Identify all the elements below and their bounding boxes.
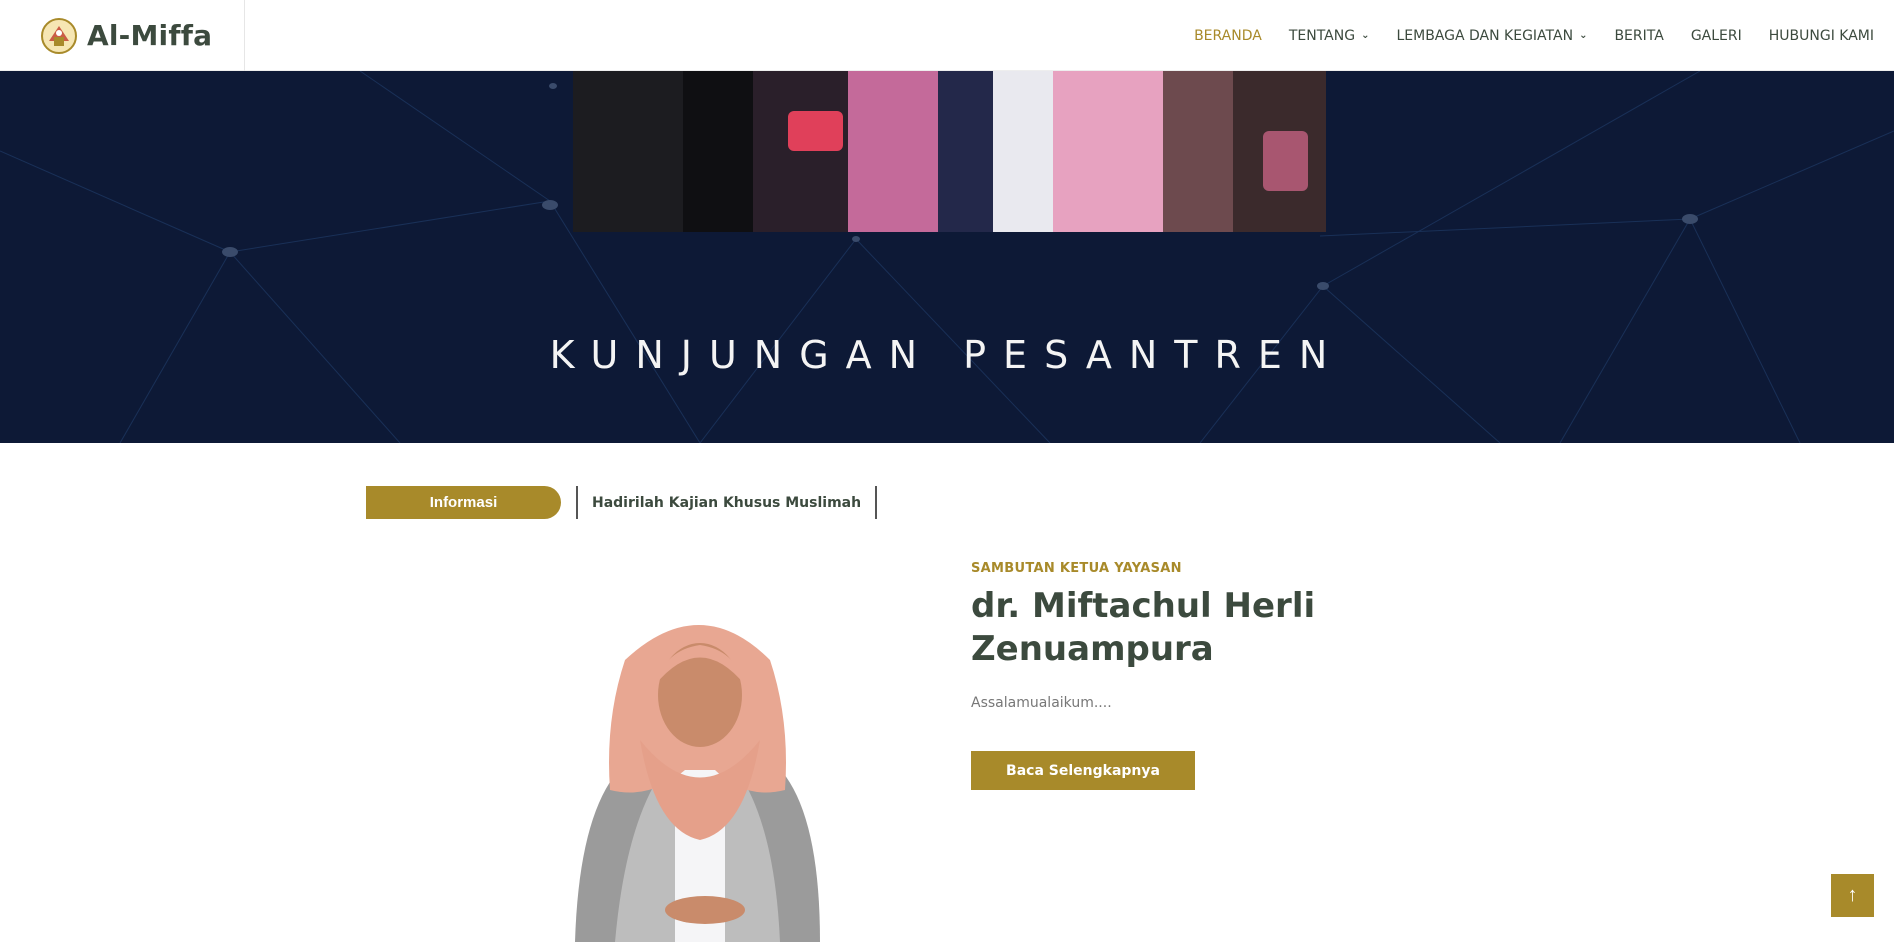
info-ticker: Informasi Hadirilah Kajian Khusus Muslim… <box>366 486 878 519</box>
nav-item-lembaga-dan-kegiatan[interactable]: LEMBAGA DAN KEGIATAN ⌄ <box>1396 28 1587 44</box>
nav-item-beranda[interactable]: BERANDA <box>1194 28 1262 44</box>
nav-label: BERITA <box>1614 27 1664 44</box>
chevron-down-icon: ⌄ <box>1579 30 1588 41</box>
nav-label: TENTANG <box>1288 27 1356 44</box>
chevron-down-icon: ⌄ <box>1361 30 1370 41</box>
hero-banner: KUNJUNGAN PESANTREN <box>0 71 1894 443</box>
back-to-top-button[interactable]: ↑ <box>1831 874 1874 917</box>
hero-title: KUNJUNGAN PESANTREN <box>549 333 1345 377</box>
brand[interactable]: Al-Miffa <box>0 0 245 71</box>
chairperson-portrait <box>555 600 845 942</box>
chairperson-name: dr. Miftachul Herli Zenuampura <box>971 586 1316 669</box>
nav-item-galeri[interactable]: GALERI <box>1691 28 1742 44</box>
site-header: Al-Miffa BERANDA TENTANG ⌄ LEMBAGA DAN KE… <box>0 0 1894 71</box>
divider <box>875 486 878 519</box>
brand-name: Al-Miffa <box>87 19 213 52</box>
nav-label: LEMBAGA DAN KEGIATAN <box>1396 27 1574 44</box>
main-nav: BERANDA TENTANG ⌄ LEMBAGA DAN KEGIATAN ⌄ B… <box>1167 0 1874 71</box>
ticker-label: Informasi <box>366 486 561 519</box>
arrow-up-icon: ↑ <box>1847 884 1858 906</box>
hero-photo <box>573 71 1326 232</box>
nav-item-berita[interactable]: BERITA <box>1614 28 1663 44</box>
nav-label: GALERI <box>1690 27 1742 44</box>
nav-item-hubungi-kami[interactable]: HUBUNGI KAMI <box>1769 28 1874 44</box>
greeting-text: Assalamualaikum.... <box>971 695 1112 711</box>
ticker-message[interactable]: Hadirilah Kajian Khusus Muslimah <box>578 495 875 511</box>
read-more-button[interactable]: Baca Selengkapnya <box>971 751 1195 790</box>
school-crest-icon <box>41 17 77 54</box>
nav-label: HUBUNGI KAMI <box>1768 27 1874 44</box>
section-subtitle: SAMBUTAN KETUA YAYASAN <box>971 561 1182 576</box>
nav-label: BERANDA <box>1194 27 1262 44</box>
nav-item-tentang[interactable]: TENTANG ⌄ <box>1289 28 1370 44</box>
